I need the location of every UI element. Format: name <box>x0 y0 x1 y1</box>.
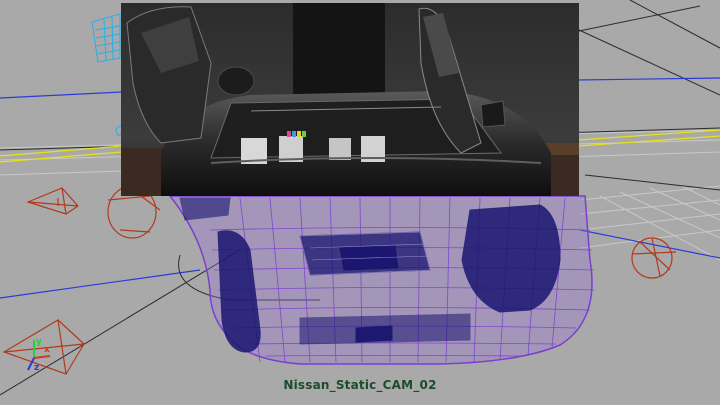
render-preview-window[interactable] <box>121 3 579 196</box>
camera-icon[interactable] <box>631 237 677 279</box>
axis-x-label: x <box>44 345 50 355</box>
camera-name-label: Nissan_Static_CAM_02 <box>283 378 437 392</box>
axis-z-label: z <box>34 363 40 373</box>
axis-y-label: y <box>36 337 42 347</box>
3d-viewport[interactable]: y x z Nissan_Static_CAM_02 <box>0 0 720 405</box>
render-preview-image <box>121 3 579 196</box>
selected-object-wireframe[interactable] <box>91 13 123 136</box>
car-wireframe[interactable] <box>168 195 595 365</box>
camera-icon[interactable] <box>26 187 79 215</box>
axis-gizmo-icon: y x z <box>22 336 52 376</box>
